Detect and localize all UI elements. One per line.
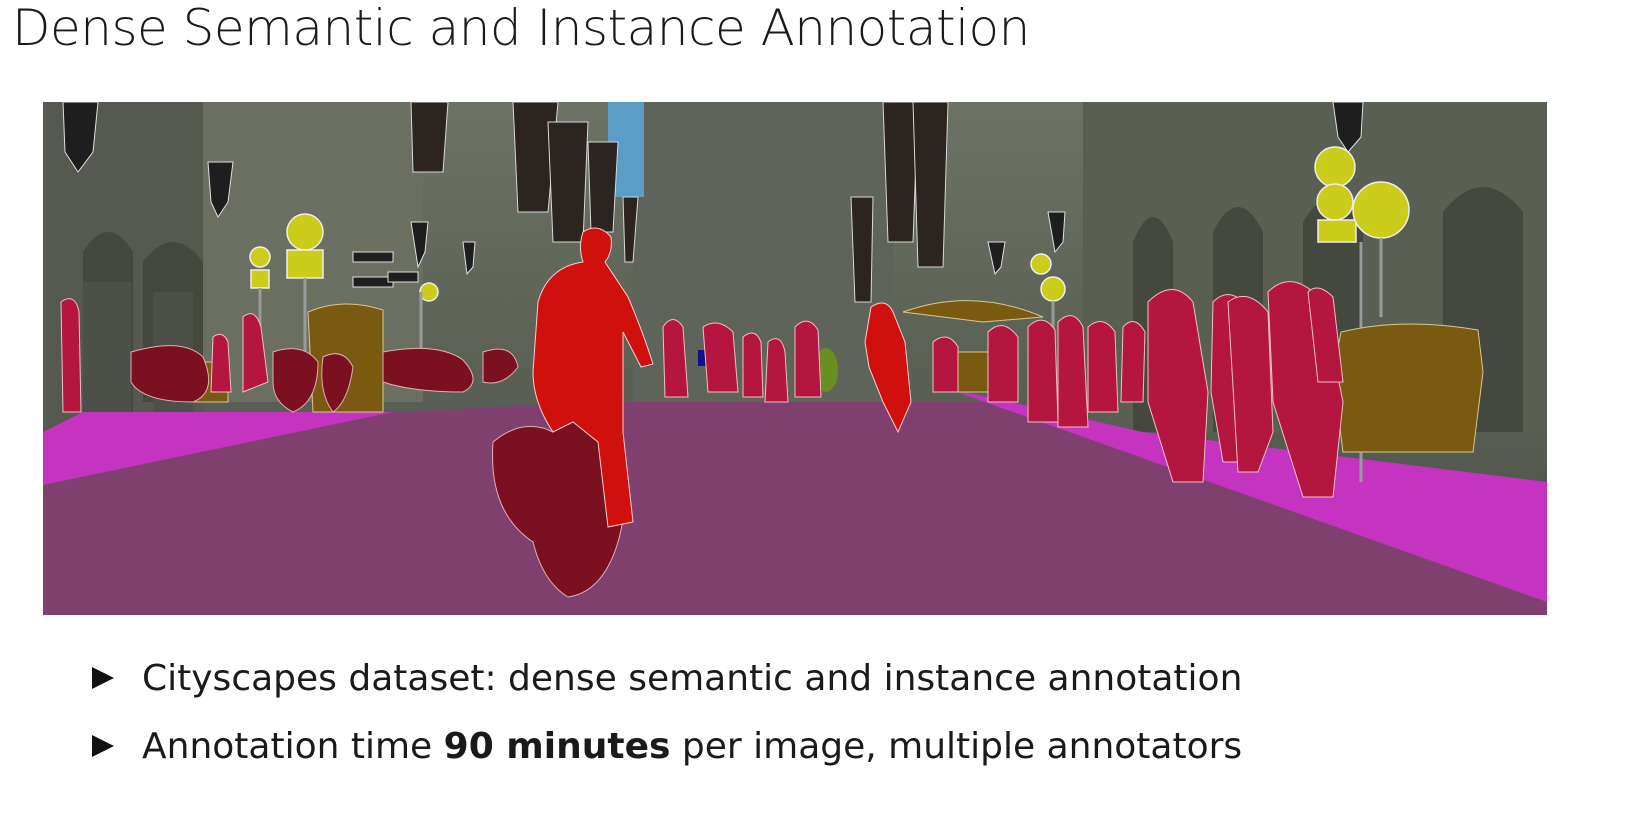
column-left bbox=[83, 282, 131, 422]
bullet-triangle-icon bbox=[92, 735, 114, 757]
bullet-text: Cityscapes dataset: dense semantic and i… bbox=[142, 657, 1243, 699]
segmentation-overlay-illustration bbox=[43, 102, 1547, 615]
bullet-item-annotation-time: Annotation time 90 minutes per image, mu… bbox=[92, 716, 1242, 776]
slide-title: Dense Semantic and Instance Annotation bbox=[12, 0, 1030, 57]
bullet-emphasis: 90 minutes bbox=[443, 725, 671, 767]
bullet-triangle-icon bbox=[92, 667, 114, 689]
bullet-item-dataset: Cityscapes dataset: dense semantic and i… bbox=[92, 648, 1242, 708]
bullet-text-prefix: Annotation time bbox=[142, 725, 444, 767]
bullet-text-suffix: per image, multiple annotators bbox=[670, 725, 1243, 767]
bullet-list: Cityscapes dataset: dense semantic and i… bbox=[92, 648, 1242, 784]
segmentation-image bbox=[43, 102, 1547, 615]
